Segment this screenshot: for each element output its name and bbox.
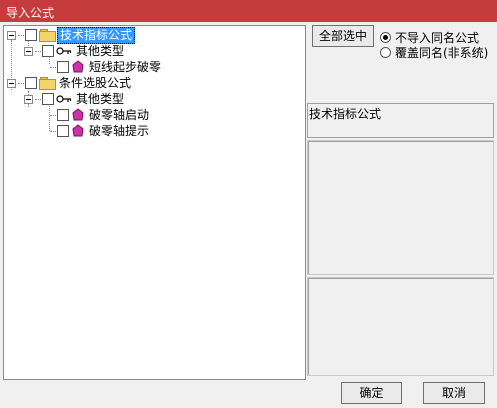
tree-connector bbox=[50, 130, 56, 132]
node-label[interactable]: 破零轴启动 bbox=[87, 108, 151, 123]
cancel-button[interactable]: 取消 bbox=[423, 382, 485, 404]
node-checkbox[interactable] bbox=[57, 125, 69, 137]
radio-unselected-icon[interactable] bbox=[380, 47, 391, 58]
tree-connector bbox=[35, 98, 41, 100]
formula-icon bbox=[72, 60, 84, 73]
tree-node-technical-indicators[interactable]: 技术指标公式 bbox=[7, 26, 136, 44]
node-label[interactable]: 破零轴提示 bbox=[87, 124, 151, 139]
tree-connector bbox=[18, 34, 24, 36]
collapse-toggle-icon[interactable] bbox=[7, 30, 16, 40]
tree-node-stock-screening[interactable]: 条件选股公式 bbox=[7, 75, 133, 91]
node-checkbox[interactable] bbox=[42, 45, 54, 57]
select-all-button[interactable]: 全部选中 bbox=[312, 25, 374, 47]
tree-connector bbox=[35, 50, 41, 52]
node-checkbox[interactable] bbox=[42, 93, 54, 105]
folder-icon bbox=[39, 77, 56, 90]
formula-info-panel: 技术指标公式 bbox=[307, 103, 494, 138]
collapse-toggle-icon[interactable] bbox=[24, 94, 33, 104]
node-checkbox[interactable] bbox=[25, 77, 37, 89]
node-checkbox[interactable] bbox=[57, 61, 69, 73]
collapse-toggle-icon[interactable] bbox=[24, 46, 33, 56]
tree-node-other-types[interactable]: 其他类型 bbox=[24, 43, 126, 59]
info-heading: 技术指标公式 bbox=[309, 107, 382, 121]
node-label[interactable]: 其他类型 bbox=[74, 44, 126, 59]
window-title: 导入公式 bbox=[6, 6, 55, 20]
formula-icon bbox=[72, 124, 84, 137]
tree-node-formula[interactable]: 短线起步破零 bbox=[50, 59, 163, 75]
tree-node-formula[interactable]: 破零轴提示 bbox=[50, 123, 151, 139]
key-icon bbox=[56, 95, 72, 103]
option-overwrite-duplicates[interactable]: 覆盖同名(非系统) bbox=[380, 44, 488, 61]
formula-detail-panel bbox=[307, 277, 494, 376]
node-checkbox[interactable] bbox=[25, 29, 37, 41]
title-bar: 导入公式 bbox=[0, 0, 497, 22]
tree-connector bbox=[50, 114, 56, 116]
collapse-toggle-icon[interactable] bbox=[7, 78, 16, 88]
node-label[interactable]: 其他类型 bbox=[74, 92, 126, 107]
tree-node-other-types[interactable]: 其他类型 bbox=[24, 91, 126, 107]
option-label: 覆盖同名(非系统) bbox=[395, 46, 489, 60]
formula-description-panel bbox=[307, 140, 494, 275]
radio-selected-icon[interactable] bbox=[380, 32, 391, 43]
key-icon bbox=[56, 47, 72, 55]
ok-button[interactable]: 确定 bbox=[341, 382, 402, 404]
tree-connector bbox=[50, 66, 56, 68]
tree-connector bbox=[18, 82, 24, 84]
tree-node-formula[interactable]: 破零轴启动 bbox=[50, 107, 151, 123]
formula-icon bbox=[72, 108, 84, 121]
formula-tree[interactable]: 技术指标公式 其他类型 短线起步破零 条件选股公式 其他类型 破零轴启动 破零轴… bbox=[3, 25, 306, 380]
node-label[interactable]: 条件选股公式 bbox=[57, 76, 133, 91]
folder-icon bbox=[39, 29, 56, 42]
node-checkbox[interactable] bbox=[57, 109, 69, 121]
node-label[interactable]: 技术指标公式 bbox=[57, 26, 136, 44]
node-label[interactable]: 短线起步破零 bbox=[87, 60, 163, 75]
